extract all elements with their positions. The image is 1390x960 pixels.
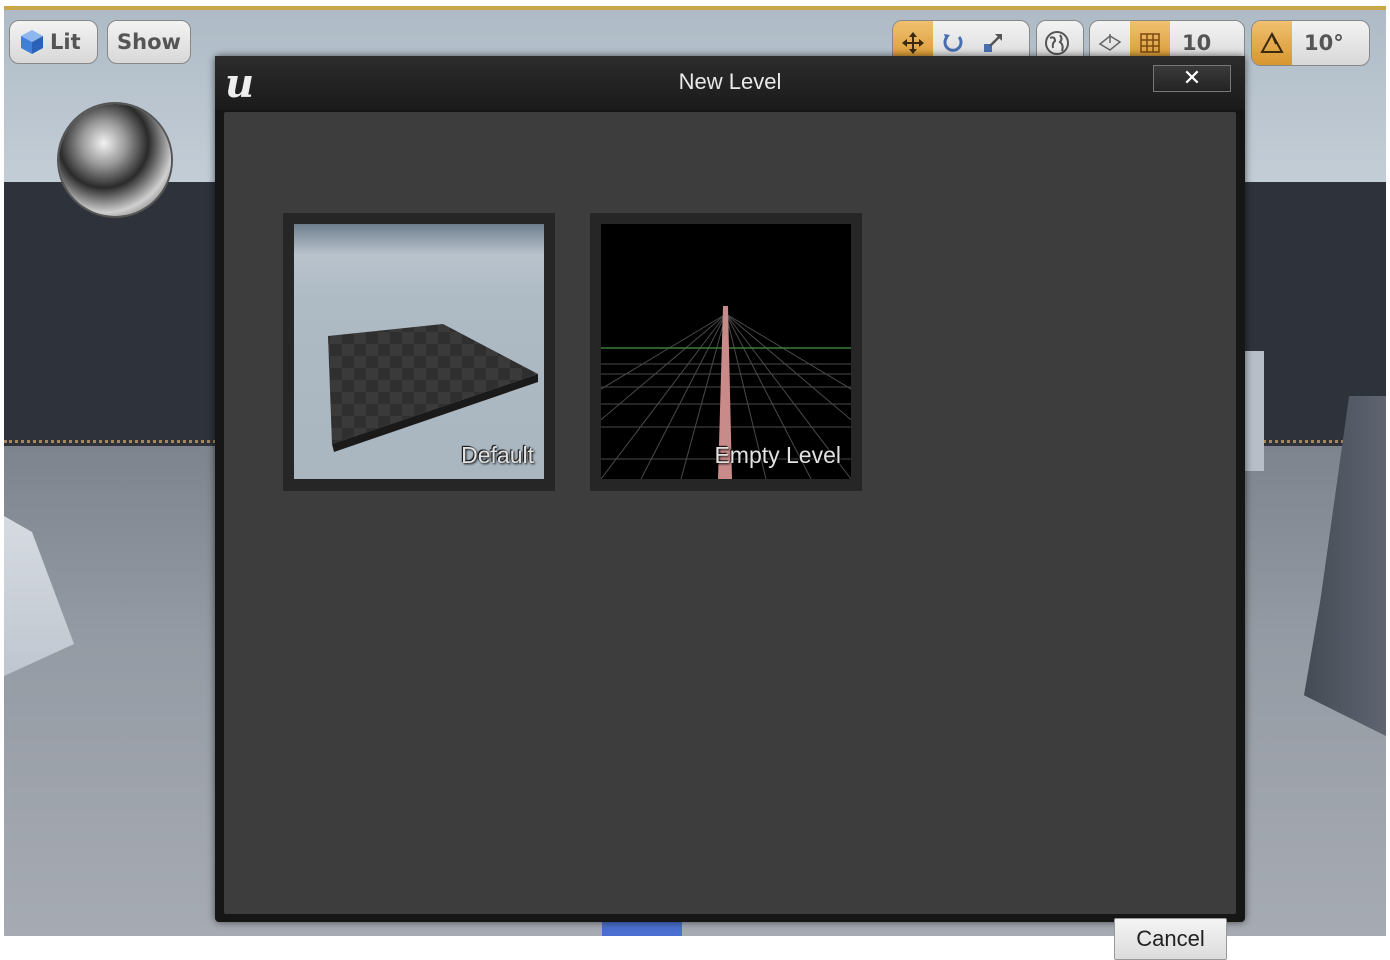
dialog-title: New Level <box>678 69 782 94</box>
default-thumbnail: Default <box>294 224 544 479</box>
grid-perspective-image <box>601 306 851 479</box>
empty-level-thumbnail: Empty Level <box>601 224 851 479</box>
close-icon: ✕ <box>1182 66 1202 91</box>
new-level-dialog: u New Level ✕ Default Empty Level Cancel <box>215 56 1245 960</box>
cube-icon <box>21 30 43 54</box>
rotation-snap-value[interactable]: 10° <box>1292 31 1356 55</box>
angle-icon[interactable] <box>1252 21 1292 65</box>
template-label-default: Default <box>461 442 534 468</box>
cancel-button[interactable]: Cancel <box>1114 918 1227 960</box>
template-label-empty-level: Empty Level <box>714 442 841 468</box>
dialog-content: Default Empty Level Cancel <box>224 112 1236 960</box>
rotation-snap-group: 10° <box>1251 20 1370 66</box>
grid-snap-value[interactable]: 10 <box>1170 31 1223 55</box>
reflection-sphere <box>59 104 171 216</box>
template-empty-level[interactable]: Empty Level <box>590 213 862 491</box>
lit-label: Lit <box>50 30 81 54</box>
viewport-blue-object <box>602 921 682 936</box>
show-label: Show <box>117 30 181 54</box>
viewport-pillar-right <box>1242 351 1264 471</box>
template-default[interactable]: Default <box>283 213 555 491</box>
show-flags-button[interactable]: Show <box>107 20 191 64</box>
floor-plane-image <box>328 324 538 452</box>
close-button[interactable]: ✕ <box>1153 65 1231 92</box>
dialog-titlebar[interactable]: u New Level ✕ <box>215 56 1245 110</box>
view-mode-lit-button[interactable]: Lit <box>9 20 98 64</box>
